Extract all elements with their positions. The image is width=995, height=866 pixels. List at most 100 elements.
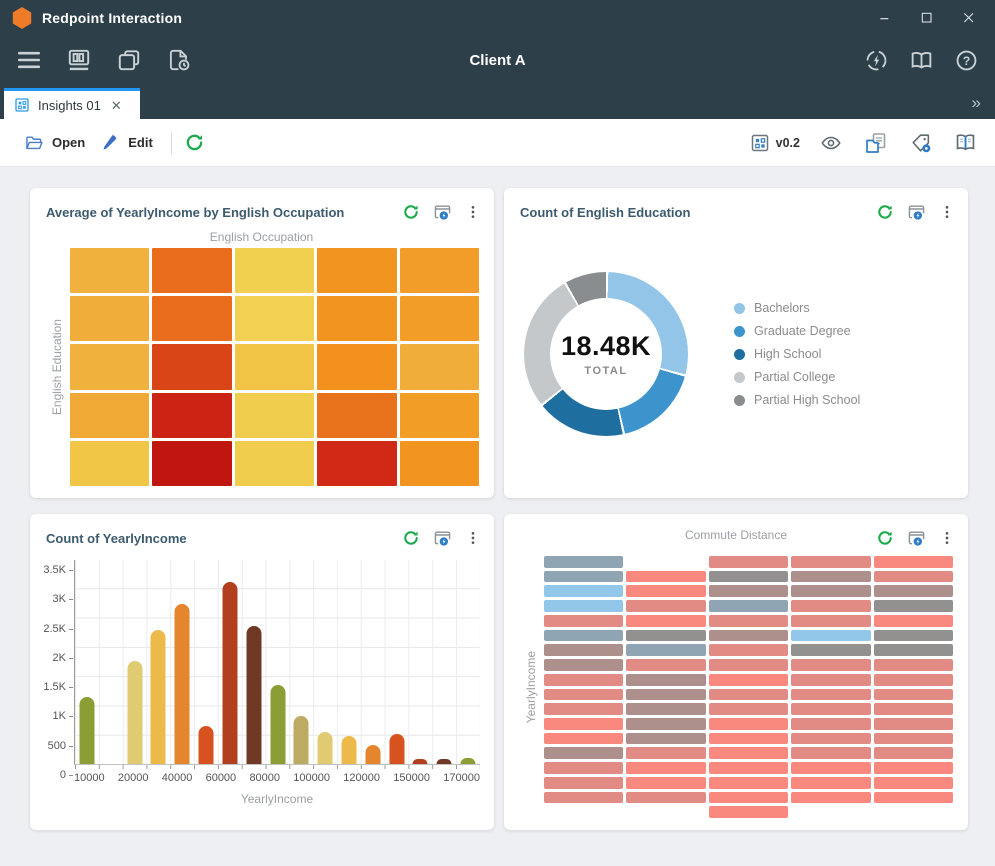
toolbar: Open Edit v0.2 xyxy=(0,119,995,167)
panel-auto-refresh-button[interactable] xyxy=(905,201,928,223)
panel-auto-refresh-button[interactable] xyxy=(431,527,454,549)
tag-icon xyxy=(910,132,932,154)
dashboard-grid-icon xyxy=(14,97,30,113)
refresh-icon xyxy=(876,529,894,547)
menu-icon xyxy=(16,47,42,73)
kebab-menu-icon xyxy=(465,203,481,221)
legend-item[interactable]: Graduate Degree xyxy=(734,324,860,338)
x-tick-label: 170000 xyxy=(443,772,480,784)
heatmap-cell-r5c2 xyxy=(626,615,705,627)
heatmap-cell-r15c4 xyxy=(791,762,870,774)
tab-insights-01[interactable]: Insights 01 ✕ xyxy=(4,88,140,119)
help-button[interactable]: ? xyxy=(952,46,981,75)
heatmap-chart: YearlyIncome xyxy=(504,550,968,830)
projects-button[interactable] xyxy=(114,45,144,75)
x-tick-label: 20000 xyxy=(118,772,149,784)
heatmap-cell-r6c2 xyxy=(626,630,705,642)
heatmap-cell-r1c5 xyxy=(874,556,953,568)
heatmap-cell-r8c4 xyxy=(791,659,870,671)
heatmap-cell-r15c2 xyxy=(626,762,705,774)
heatmap-cell-r11c4 xyxy=(791,703,870,715)
legend-label: Partial High School xyxy=(754,393,860,407)
catalog-button[interactable] xyxy=(952,129,979,156)
connections-button[interactable] xyxy=(862,46,891,75)
legend-item[interactable]: Bachelors xyxy=(734,301,860,315)
heatmap-cell-r13c3 xyxy=(709,733,788,745)
heatmap-grid xyxy=(70,248,479,486)
heatmap-cell-r2c5 xyxy=(400,296,479,341)
panel-auto-refresh-button[interactable] xyxy=(905,527,928,549)
bar-slot14 xyxy=(389,734,404,764)
open-button[interactable]: Open xyxy=(16,127,93,159)
bar-170000 xyxy=(461,758,476,764)
export-button[interactable] xyxy=(862,129,890,157)
heatmap-cell-r4c3 xyxy=(709,600,788,612)
heatmap-cell-r3c2 xyxy=(626,585,705,597)
heatmap-cell-r3c5 xyxy=(874,585,953,597)
heatmap-cell-r2c3 xyxy=(709,571,788,583)
legend-item[interactable]: Partial High School xyxy=(734,393,860,407)
open-label: Open xyxy=(52,135,85,150)
heatmap-cell-r5c3 xyxy=(709,615,788,627)
legend-item[interactable]: Partial College xyxy=(734,370,860,384)
legend-item[interactable]: High School xyxy=(734,347,860,361)
heatmap-cell-r18c2 xyxy=(626,806,705,818)
legend-label: Partial College xyxy=(754,370,835,384)
panel-title: Average of YearlyIncome by English Occup… xyxy=(46,205,344,220)
main-menu-button[interactable] xyxy=(14,45,44,75)
legend-label: Bachelors xyxy=(754,301,810,315)
tab-overflow-button[interactable]: » xyxy=(972,93,995,119)
heatmap-cell-r18c3 xyxy=(709,806,788,818)
panel-title: Count of English Education xyxy=(520,205,690,220)
panel-refresh-button[interactable] xyxy=(875,528,895,548)
panel-refresh-button[interactable] xyxy=(401,202,421,222)
bar-slot8 xyxy=(246,626,261,764)
heatmap-cell-r1c4 xyxy=(791,556,870,568)
eye-icon xyxy=(820,132,842,154)
panel-count-english-education: Count of English Education 18.48K TOTAL … xyxy=(504,188,968,498)
menubar: Client A ? xyxy=(0,36,995,84)
edit-button[interactable]: Edit xyxy=(93,127,161,158)
legend-dot xyxy=(734,372,745,383)
heatmap-cell-r1c2 xyxy=(626,556,705,568)
heatmap-cell-r3c1 xyxy=(544,585,623,597)
heatmap-cell-r14c2 xyxy=(626,747,705,759)
refresh-button[interactable] xyxy=(182,130,207,155)
heatmap-cell-r17c5 xyxy=(874,792,953,804)
heatmap-cell-r1c3 xyxy=(709,556,788,568)
panel-menu-button[interactable] xyxy=(464,202,482,222)
heatmap-cell-r10c5 xyxy=(874,689,953,701)
heatmap-cell-r4c1 xyxy=(544,600,623,612)
panel-refresh-button[interactable] xyxy=(401,528,421,548)
dashboard-icon xyxy=(66,47,92,73)
heatmap-cell-r1c3 xyxy=(235,248,314,293)
panel-menu-button[interactable] xyxy=(938,202,956,222)
preview-button[interactable] xyxy=(818,130,844,156)
heatmap-cell-r2c3 xyxy=(235,296,314,341)
minimize-button[interactable] xyxy=(871,6,899,30)
maximize-icon xyxy=(919,10,935,26)
tab-close-button[interactable]: ✕ xyxy=(109,99,124,112)
documentation-button[interactable] xyxy=(907,46,936,75)
heatmap-cell-r17c3 xyxy=(709,792,788,804)
bar-slot12 xyxy=(341,736,356,764)
panel-menu-button[interactable] xyxy=(464,528,482,548)
panel-refresh-button[interactable] xyxy=(875,202,895,222)
tags-button[interactable] xyxy=(908,130,934,156)
heatmap-cell-r17c2 xyxy=(626,792,705,804)
heatmap-cell-r5c4 xyxy=(791,615,870,627)
heatmap-cell-r16c5 xyxy=(874,777,953,789)
panel-menu-button[interactable] xyxy=(938,528,956,548)
heatmap-cell-r11c2 xyxy=(626,703,705,715)
heatmap-cell-r5c4 xyxy=(317,441,396,486)
dashboards-button[interactable] xyxy=(64,45,94,75)
maximize-button[interactable] xyxy=(913,6,941,30)
panel-auto-refresh-button[interactable] xyxy=(431,201,454,223)
y-tick-label: 2.5K xyxy=(43,623,66,635)
heatmap-cell-r1c4 xyxy=(317,248,396,293)
pencil-icon xyxy=(101,133,120,152)
bar-slot10 xyxy=(294,716,309,764)
recent-documents-button[interactable] xyxy=(164,45,194,75)
x-axis: 1000020000400006000080000100000120000150… xyxy=(74,769,480,787)
close-button[interactable] xyxy=(955,6,983,30)
